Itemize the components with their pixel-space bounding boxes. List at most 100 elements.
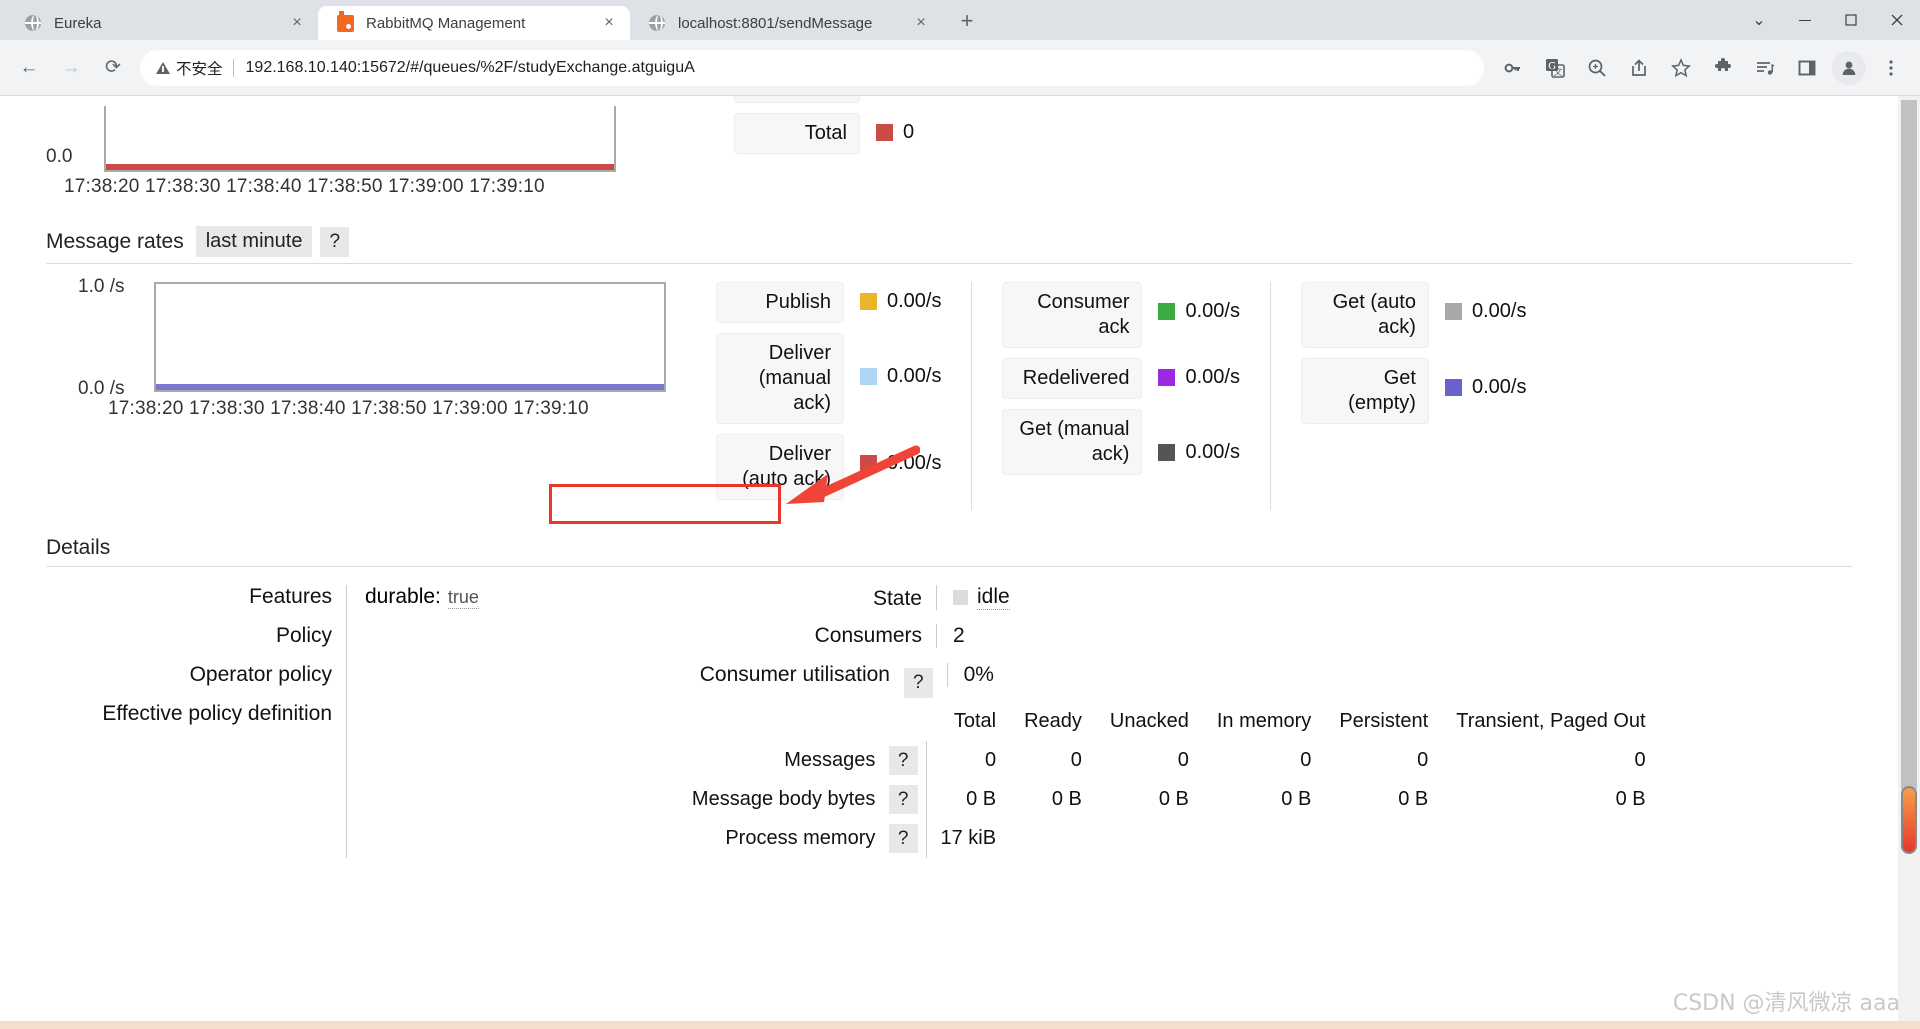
rate-value-deliver-auto-ack: 0.00/s	[844, 434, 941, 475]
toolbar-icon-group: G文	[1492, 50, 1912, 85]
message-body-bytes-help-icon[interactable]: ?	[888, 785, 918, 814]
rate-key-get-auto-ack[interactable]: Get (auto ack)	[1300, 282, 1429, 348]
rate-value-get-auto-ack: 0.00/s	[1429, 282, 1526, 323]
messages-col-in-memory: In memory	[1216, 710, 1312, 732]
browser-tab-eureka[interactable]: Eureka ×	[6, 6, 318, 40]
profile-avatar-icon[interactable]	[1832, 50, 1866, 85]
details-row-policy: Policy	[46, 624, 346, 663]
rates-column-divider-1	[971, 282, 973, 510]
rate-value-consumer-ack: 0.00/s	[1142, 282, 1240, 323]
process-memory-help-icon[interactable]: ?	[888, 824, 918, 853]
consumer-utilisation-help-icon[interactable]: ?	[904, 667, 933, 698]
rate-key-get-empty[interactable]: Get (empty)	[1300, 358, 1429, 424]
rate-deliver-manual-ack: Deliver (manual ack) 0.00/s	[716, 333, 941, 424]
rabbitmq-icon	[336, 10, 354, 32]
swatch-redelivered	[1158, 369, 1176, 386]
window-maximize-button[interactable]	[1828, 0, 1874, 40]
rate-value-publish: 0.00/s	[844, 282, 941, 313]
messages-transient-paged-out: 0	[1634, 749, 1646, 771]
page-scrollbar[interactable]	[1898, 96, 1920, 1029]
window-minimize-button[interactable]	[1782, 0, 1828, 40]
bottom-strip	[0, 1021, 1920, 1029]
messages-col-total: Total	[953, 710, 997, 732]
stat-key-unacked[interactable]: Unacked	[734, 96, 860, 103]
scrollbar-thumb[interactable]	[1901, 786, 1917, 854]
details-title: Details	[46, 536, 111, 559]
rate-number-deliver-manual-ack: 0.00/s	[887, 365, 942, 387]
message-rates-help-icon[interactable]: ?	[320, 226, 350, 257]
message-rates-range-chip[interactable]: last minute	[195, 226, 313, 257]
back-button[interactable]: ←	[11, 50, 47, 86]
rate-get-manual-ack: Get (manual ack) 0.00/s	[1002, 409, 1240, 475]
zoom-icon[interactable]	[1580, 51, 1614, 85]
details-label-consumers: Consumers	[814, 624, 922, 647]
more-menu-icon[interactable]	[1874, 51, 1908, 85]
side-panel-icon[interactable]	[1790, 51, 1824, 85]
rate-key-publish[interactable]: Publish	[716, 282, 844, 323]
rate-key-consumer-ack[interactable]: Consumer ack	[1002, 282, 1143, 348]
stat-value-total: 0	[860, 113, 914, 144]
messages-help-icon[interactable]: ?	[888, 746, 918, 775]
tab-search-chevron-icon[interactable]: ⌄	[1736, 0, 1782, 40]
browser-tab-rabbitmq-management[interactable]: RabbitMQ Management ×	[318, 6, 630, 40]
rate-value-redelivered: 0.00/s	[1142, 358, 1240, 389]
details-left-column: Features Policy Operator policy Effectiv…	[46, 585, 346, 858]
swatch-consumer-ack	[1158, 303, 1176, 320]
reading-list-icon[interactable]	[1748, 51, 1782, 85]
details-label-policy: Policy	[275, 624, 332, 647]
stat-key-total[interactable]: Total	[734, 113, 860, 154]
rabbitmq-management-page: Rabbit MQ TM RabbitMQ 3.8.8 Erlang 21.3 …	[0, 96, 1898, 858]
details-feature-value: true	[447, 587, 479, 609]
rate-key-redelivered[interactable]: Redelivered	[1002, 358, 1143, 399]
swatch-get-auto-ack	[1444, 303, 1462, 320]
svg-text:文: 文	[1553, 66, 1562, 78]
details-row-effective-policy: Effective policy definition	[46, 702, 346, 741]
extensions-puzzle-icon[interactable]	[1706, 51, 1740, 85]
browser-tab-title: RabbitMQ Management	[366, 14, 526, 32]
close-icon[interactable]: ×	[598, 12, 620, 34]
rate-key-deliver-auto-ack[interactable]: Deliver (auto ack)	[716, 434, 844, 500]
address-bar[interactable]: 不安全 192.168.10.140:15672/#/queues/%2F/st…	[140, 49, 1484, 86]
details-row-operator-policy: Operator policy	[46, 663, 346, 702]
message-rates-heading: Message rates last minute ?	[46, 226, 1852, 264]
queued-messages-section: 0.0 17:38:20 17:38:30 17:38:40 17:38:50 …	[46, 96, 1852, 198]
not-secure-warning-icon	[156, 61, 170, 74]
swatch-publish	[860, 293, 877, 310]
details-label-consumer-utilisation: Consumer utilisation	[699, 663, 890, 686]
message-rates-title: Message rates	[46, 229, 184, 253]
url-text: 192.168.10.140:15672/#/queues/%2F/studyE…	[245, 58, 695, 76]
key-icon[interactable]	[1496, 51, 1530, 85]
rate-key-deliver-manual-ack[interactable]: Deliver (manual ack)	[716, 333, 844, 424]
process-memory-empty-2	[1096, 819, 1203, 858]
details-row-state: State idle	[676, 585, 1660, 624]
browser-toolbar: ← → ⟳ 不安全 192.168.10.140:15672/#/queues/…	[0, 40, 1920, 96]
scrollbar-track[interactable]	[1901, 100, 1917, 790]
rate-value-get-manual-ack: 0.00/s	[1142, 409, 1240, 464]
translate-icon[interactable]: G文	[1538, 51, 1572, 85]
messages-table-corner	[676, 710, 926, 741]
process-memory-empty-5	[1442, 819, 1659, 858]
close-icon[interactable]: ×	[286, 12, 308, 34]
table-row: Message body bytes ? 0 B 0 B 0 B 0 B 0 B…	[676, 780, 1660, 819]
messages-unacked: 0	[1177, 749, 1189, 771]
new-tab-button[interactable]: +	[950, 4, 984, 38]
details-heading: Details	[46, 536, 1852, 567]
messages-table-body: Messages ? 0 0 0 0 0 0 Message body byte…	[676, 741, 1660, 858]
details-value-consumers: 2	[936, 624, 1146, 648]
rate-number-deliver-auto-ack: 0.00/s	[887, 452, 942, 474]
browser-tab-sendmessage[interactable]: localhost:8801/sendMessage ×	[630, 6, 942, 40]
details-value-effective-policy	[347, 702, 616, 741]
globe-icon	[24, 14, 42, 32]
reload-button[interactable]: ⟳	[95, 50, 131, 86]
window-close-button[interactable]	[1874, 0, 1920, 40]
messages-row-label-messages: Messages ?	[676, 741, 927, 780]
message-body-bytes-label-text: Message body bytes	[691, 788, 876, 810]
details-right-column: State idle Consumers 2 Consumer utilisat…	[676, 585, 1660, 858]
forward-button[interactable]: →	[53, 50, 89, 86]
details-value-operator-policy	[347, 663, 616, 702]
close-icon[interactable]: ×	[910, 12, 932, 34]
messages-row-label-text: Messages	[784, 749, 876, 771]
rate-key-get-manual-ack[interactable]: Get (manual ack)	[1002, 409, 1143, 475]
share-icon[interactable]	[1622, 51, 1656, 85]
star-icon[interactable]	[1664, 51, 1698, 85]
